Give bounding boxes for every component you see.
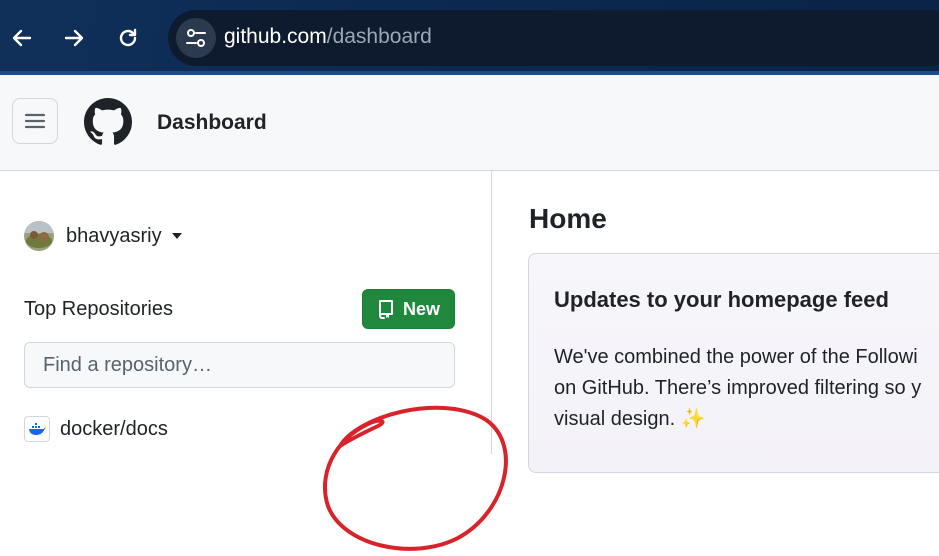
site-info-button[interactable] [176,18,216,58]
account-switcher[interactable]: bhavyasriy [66,225,162,248]
card-body-line: We've combined the power of the Followi [554,346,918,368]
back-button[interactable] [6,22,38,54]
repo-icon [378,300,393,319]
menu-button[interactable] [12,98,58,144]
docker-logo-icon [24,416,50,442]
url-host: github.com [224,25,327,48]
github-logo-icon[interactable] [84,98,132,146]
dashboard-sidebar: bhavyasriy Top Repositories New docker/d… [0,171,508,551]
reload-button[interactable] [112,22,144,54]
homepage-feed-notice-card: Updates to your homepage feed We've comb… [528,253,939,473]
list-item[interactable]: docker/docs [24,416,168,442]
card-body-line: on GitHub. There’s improved filtering so… [554,377,922,399]
forward-button[interactable] [58,22,90,54]
card-title: Updates to your homepage feed [554,287,889,312]
new-button-label: New [402,298,440,319]
github-header: Dashboard [0,75,939,171]
annotation-circle [322,405,508,551]
arrow-left-icon [12,29,32,47]
url-text[interactable]: github.com/dashboard [224,25,432,49]
chevron-down-icon[interactable] [172,233,182,239]
card-body: We've combined the power of the Followi … [554,342,939,435]
page-context-title[interactable]: Dashboard [157,111,267,135]
reload-icon [119,28,137,47]
card-body-line: visual design. ✨ [554,408,706,430]
avatar[interactable] [24,221,54,251]
repo-name[interactable]: docker/docs [60,418,168,441]
browser-toolbar: github.com/dashboard [0,0,939,75]
top-repositories-heading: Top Repositories [24,298,173,320]
hamburger-icon [24,113,46,129]
find-repository-input[interactable] [24,342,455,388]
tune-icon [186,29,206,47]
url-path: /dashboard [326,25,432,48]
arrow-right-icon [64,29,84,47]
new-repository-button[interactable]: New [362,289,455,329]
address-bar[interactable]: github.com/dashboard [168,10,939,66]
page-title: Home [529,203,607,234]
